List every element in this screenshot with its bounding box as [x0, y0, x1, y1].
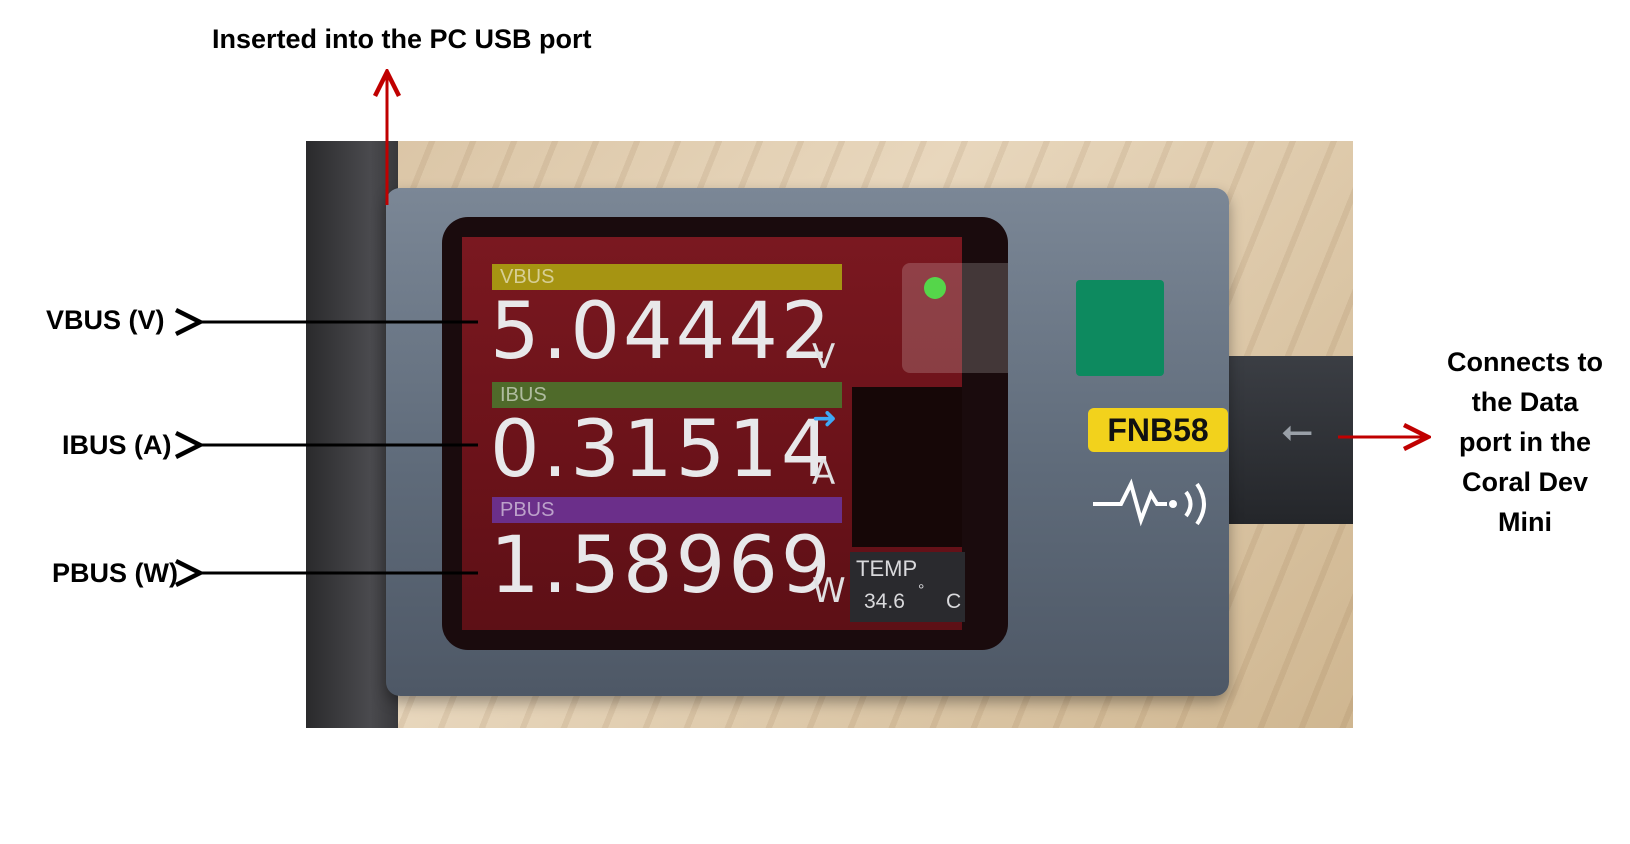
annotation-data-port-line-3: port in the — [1459, 427, 1591, 457]
annotation-pbus: PBUS (W) — [52, 558, 178, 588]
annotation-usb-port: Inserted into the PC USB port — [212, 24, 592, 54]
annotation-data-port-line-1: Connects to — [1446, 347, 1603, 377]
temp-degree: ° — [918, 582, 925, 599]
temperature-box: TEMP 34.6 ° C — [850, 552, 965, 622]
meter-screen: VBUS 5.04442 V IBUS 0.31514 ➜ A PBUS 1.5… — [442, 217, 1008, 650]
right-arrow-icon: ➜ — [812, 402, 838, 435]
usb-meter-photo: ⭠ FNB58 VBUS 5.04442 V IBUS 0.31514 ➜ A … — [306, 141, 1353, 728]
signal-pulse-icon — [1093, 478, 1206, 527]
pbus-unit: W — [812, 571, 846, 611]
vbus-unit: V — [812, 337, 836, 377]
ibus-value: 0.31514 — [490, 405, 834, 495]
screen-glare — [902, 263, 1008, 373]
annotation-data-port-line-5: Mini — [1498, 507, 1552, 537]
screen-side-panel — [852, 387, 962, 547]
pbus-header-bar: PBUS — [492, 497, 842, 523]
annotation-data-port-line-4: Coral Dev — [1461, 467, 1589, 497]
status-indicator-dot — [924, 277, 946, 299]
laptop-edge — [306, 141, 398, 728]
screen-display: VBUS 5.04442 V IBUS 0.31514 ➜ A PBUS 1.5… — [462, 237, 1008, 630]
annotation-data-port-line-2: the Data — [1471, 387, 1579, 417]
ibus-unit: A — [812, 453, 836, 493]
temp-unit: C — [946, 590, 962, 613]
usb-icon: ⭠ — [1281, 409, 1313, 453]
annotation-data-port: Connects to the Data port in the Coral D… — [1425, 342, 1625, 542]
pbus-value: 1.58969 — [490, 521, 834, 611]
vbus-value: 5.04442 — [490, 287, 834, 377]
annotation-ibus: IBUS (A) — [62, 430, 172, 460]
annotation-vbus: VBUS (V) — [46, 305, 165, 335]
green-button-pad — [1076, 280, 1164, 376]
temp-label: TEMP — [856, 556, 918, 581]
temp-value: 34.6 — [864, 590, 905, 613]
brand-badge: FNB58 — [1088, 408, 1228, 452]
